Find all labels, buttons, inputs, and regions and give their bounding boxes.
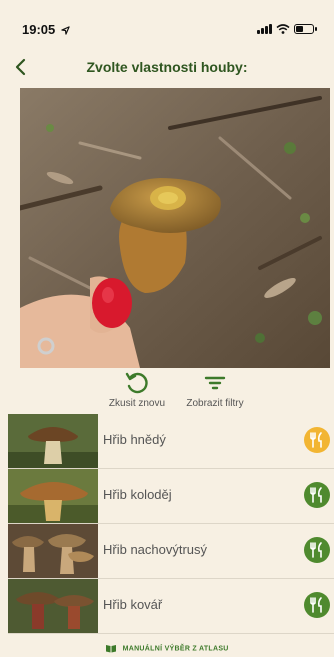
status-icons: [257, 22, 317, 36]
manual-atlas-label: MANUÁLNÍ VÝBĚR Z ATLASU: [122, 645, 229, 653]
result-thumbnail: [8, 524, 98, 578]
result-thumbnail: [8, 579, 98, 633]
filter-icon: [204, 376, 226, 390]
fork-knife-icon: [310, 542, 322, 558]
fork-knife-icon: [310, 487, 322, 503]
fork-knife-icon: [310, 597, 322, 613]
show-filters-button[interactable]: Zobrazit filtry: [170, 370, 260, 414]
result-thumbnail: [8, 469, 98, 523]
result-name: Hřib hnědý: [103, 432, 166, 447]
action-bar: Zkusit znovu Zobrazit filtry: [0, 370, 334, 416]
edible-badge: [304, 482, 330, 508]
page-title: Zvolte vlastnosti houby:: [86, 59, 248, 75]
fork-knife-icon: [310, 432, 322, 448]
result-thumbnail: [8, 414, 98, 468]
signal-icon: [257, 24, 272, 34]
result-name: Hřib koloděj: [103, 487, 172, 502]
result-item[interactable]: Hřib koloděj: [8, 469, 334, 524]
result-item[interactable]: Hřib nachovýtrusý: [8, 524, 334, 579]
nav-bar: Zvolte vlastnosti houby:: [0, 52, 334, 82]
result-name: Hřib kovář: [103, 597, 163, 612]
result-item[interactable]: Hřib hnědý: [8, 414, 334, 469]
location-arrow-icon: [61, 26, 70, 35]
results-list: Hřib hnědý Hřib koloděj Hřib nachovýtrus…: [8, 414, 334, 634]
show-filters-label: Zobrazit filtry: [186, 398, 244, 409]
refresh-icon: [125, 372, 148, 394]
result-item[interactable]: Hřib kovář: [8, 579, 334, 634]
status-bar: 19:05: [0, 0, 334, 44]
manual-atlas-link[interactable]: MANUÁLNÍ VÝBĚR Z ATLASU: [0, 644, 334, 657]
battery-icon: [294, 24, 317, 34]
edible-badge: [304, 537, 330, 563]
status-time: 19:05: [22, 22, 70, 37]
wifi-icon: [276, 24, 290, 34]
book-icon: [106, 645, 117, 653]
retry-button[interactable]: Zkusit znovu: [92, 370, 182, 414]
result-name: Hřib nachovýtrusý: [103, 542, 208, 557]
retry-label: Zkusit znovu: [108, 398, 166, 409]
edible-badge: [304, 592, 330, 618]
edible-badge: [304, 427, 330, 453]
mushroom-photo: [20, 88, 330, 368]
